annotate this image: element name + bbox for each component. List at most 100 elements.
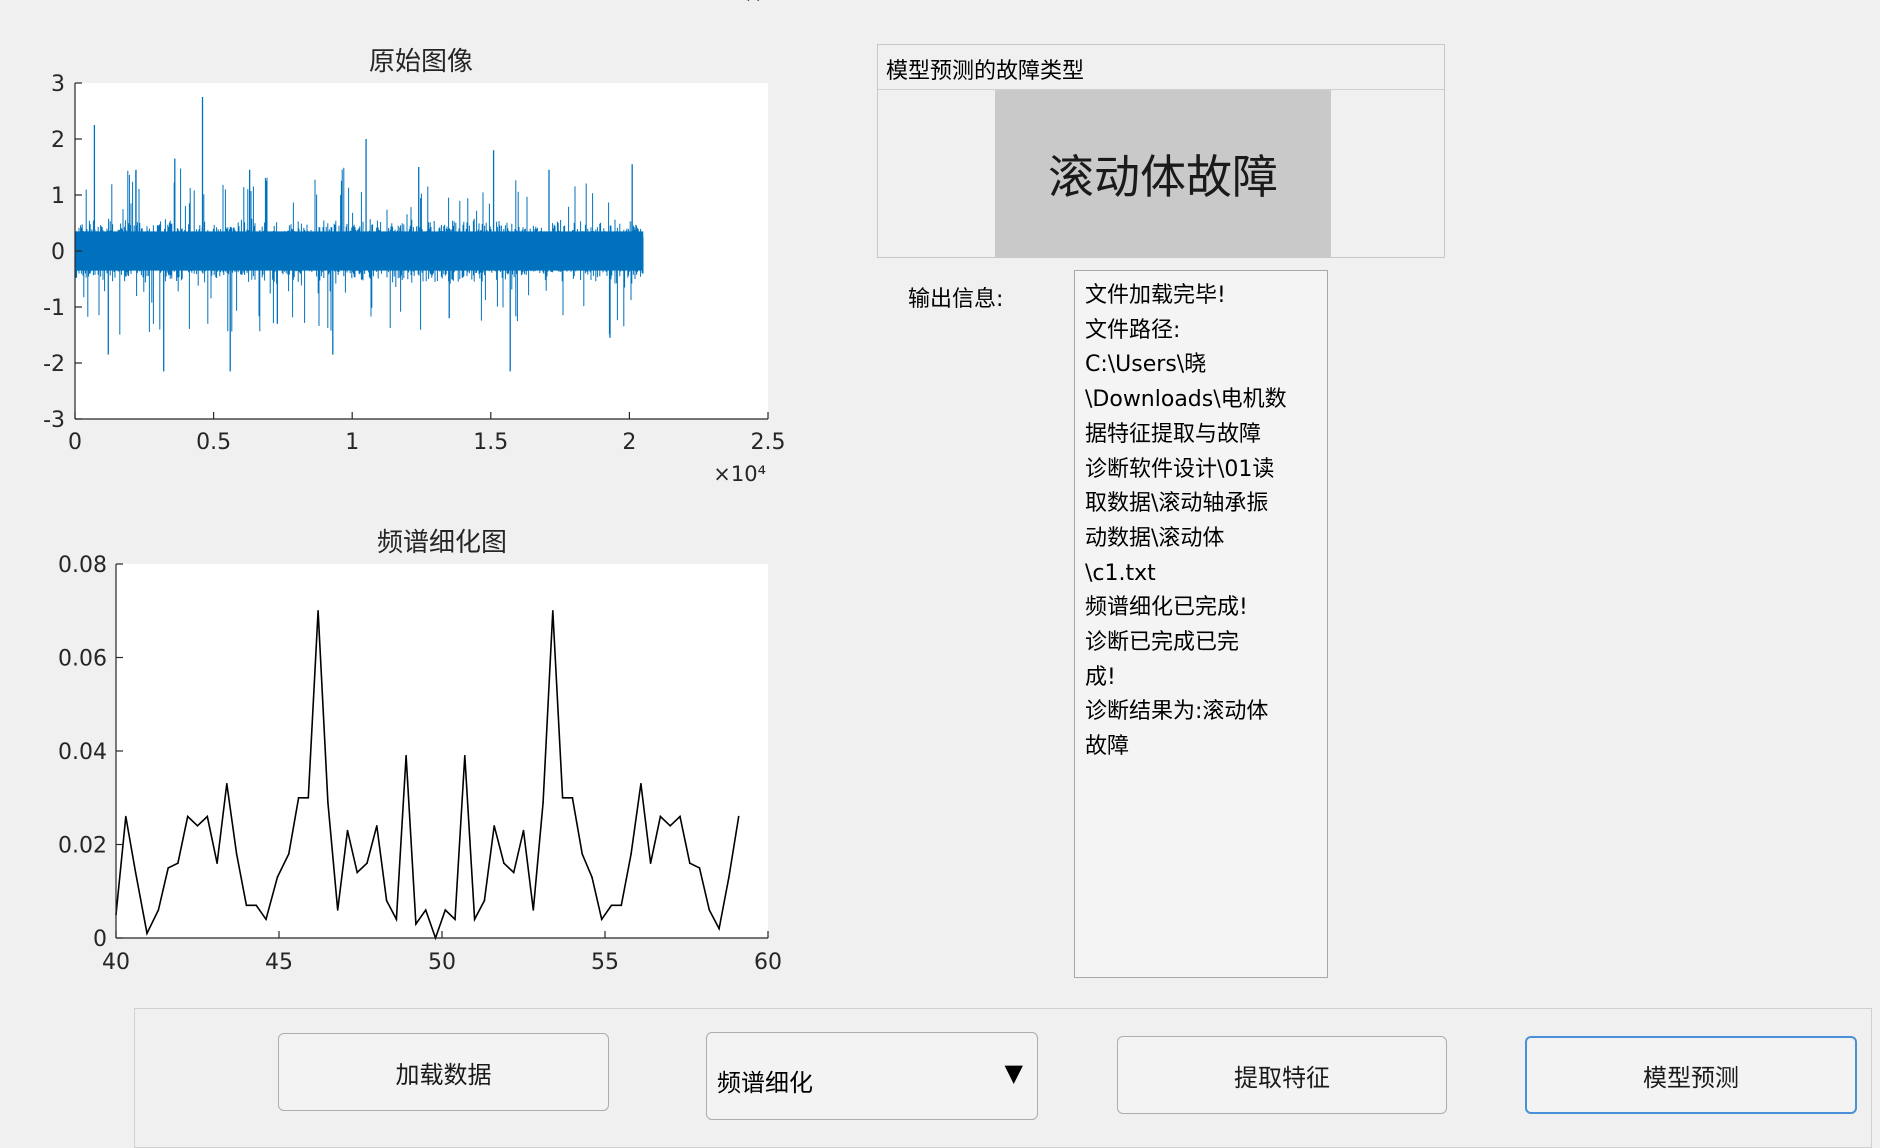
spectrum-point: [415, 923, 417, 925]
method-dropdown[interactable]: 频谱细化 ▼: [706, 1032, 1038, 1120]
spectrum-point: [454, 918, 456, 921]
spectrum-point: [483, 899, 486, 902]
spectrum-point: [186, 815, 189, 818]
spectrum-x-tick-label: 55: [591, 950, 619, 975]
spectrum-point: [125, 815, 127, 818]
spectrum-point: [405, 754, 407, 757]
prediction-panel-title: 模型预测的故障类型: [886, 59, 1085, 84]
spectrum-point: [620, 904, 623, 907]
spectrum-point: [307, 797, 310, 799]
spectrum-point: [276, 876, 279, 878]
output-line: 故障: [1085, 734, 1130, 760]
spectrum-point: [630, 853, 632, 855]
spectrum-point: [757, 0, 759, 1]
spectrum-point: [146, 932, 148, 935]
output-line: 文件路径:: [1085, 317, 1181, 343]
spectrum-point: [395, 918, 398, 921]
raw-y-tick-label: -3: [43, 408, 65, 433]
spectrum-y-tick-label: 0.08: [58, 553, 107, 578]
spectrum-point: [196, 825, 199, 827]
spectrum-point: [376, 825, 378, 827]
spectrum-point: [679, 815, 681, 818]
spectrum-point: [464, 754, 466, 757]
raw-chart-title: 原始图像: [369, 47, 473, 77]
extract-features-button[interactable]: 提取特征: [1117, 1036, 1447, 1114]
spectrum-x-tick-label: 45: [265, 950, 293, 975]
spectrum-y-tick-label: 0.04: [58, 740, 107, 765]
spectrum-point: [216, 862, 218, 864]
output-line: 成!: [1085, 664, 1116, 690]
spectrum-plot-area: [116, 564, 768, 938]
output-line: 动数据\滚动体: [1085, 525, 1225, 551]
output-line: 据特征提取与故障: [1085, 421, 1262, 447]
prediction-result-panel: 模型预测的故障类型 滚动体故障: [877, 44, 1445, 258]
spectrum-point: [336, 909, 339, 911]
spectrum-point: [366, 862, 368, 864]
prediction-result-value: 滚动体故障: [995, 90, 1331, 258]
spectrum-y-tick-label: 0.02: [58, 834, 107, 859]
spectrum-point: [649, 862, 652, 864]
model-predict-button[interactable]: 模型预测: [1525, 1036, 1857, 1114]
output-info-label: 输出信息:: [908, 287, 1004, 312]
spectrum-x-tick-label: 50: [428, 950, 456, 975]
raw-x-multiplier: ×10⁴: [713, 462, 766, 486]
spectrum-point: [473, 918, 476, 921]
output-info-textarea[interactable]: 文件加载完毕! 文件路径: C:\Users\晓 \Downloads\电机数 据特征提…: [1074, 270, 1328, 978]
spectrum-chart-title: 频谱细化图: [377, 528, 507, 558]
raw-x-tick-label: 1.5: [473, 430, 508, 455]
spectrum-point: [206, 815, 209, 818]
raw-x-tick-label: 0: [68, 430, 82, 455]
spectrum-point: [591, 876, 593, 878]
spectrum-point: [728, 876, 730, 878]
spectrum-y-tick-label: 0: [93, 927, 107, 952]
spectrum-point: [581, 853, 583, 855]
raw-signal-core: [75, 231, 644, 271]
spectrum-point: [444, 909, 447, 911]
spectrum-point: [265, 918, 267, 921]
spectrum-point: [134, 871, 137, 874]
spectrum-y-tick-label: 0.06: [58, 647, 107, 672]
raw-y-tick-label: 0: [51, 240, 65, 265]
spectrum-point: [552, 610, 554, 612]
spectrum-point: [157, 909, 160, 911]
raw-x-tick-label: 0.5: [196, 430, 231, 455]
spectrum-point: [235, 853, 238, 855]
spectrum-point: [346, 829, 349, 832]
output-line: \Downloads\电机数: [1085, 387, 1287, 413]
spectrum-point: [542, 801, 544, 804]
spectrum-point: [503, 862, 505, 864]
output-line: 诊断结果为:滚动体: [1085, 699, 1269, 725]
load-data-button[interactable]: 加载数据: [278, 1033, 609, 1111]
spectrum-point: [356, 871, 359, 874]
raw-x-tick-label: 1: [345, 430, 359, 455]
raw-y-tick-label: -2: [43, 352, 65, 377]
spectrum-point: [493, 825, 496, 827]
output-line: 诊断已完成已完: [1085, 630, 1240, 656]
output-line: 诊断软件设计\01读: [1085, 456, 1275, 482]
spectrum-point: [327, 801, 329, 804]
chevron-down-icon: ▼: [1004, 1059, 1023, 1087]
output-line: C:\Users\晓: [1085, 352, 1207, 378]
spectrum-point: [245, 904, 248, 907]
spectrum-point: [708, 909, 711, 911]
raw-signal-chart: 原始图像 -3 -2 -1 0 1 2 3 0 0.5 1 1.5 2 2.5 ×10⁴: [43, 47, 785, 486]
spectrum-x-tick-label: 40: [102, 950, 130, 975]
raw-y-tick-label: 3: [51, 72, 65, 97]
output-line: \c1.txt: [1085, 560, 1156, 586]
spectrum-point: [737, 815, 740, 818]
raw-y-tick-label: 2: [51, 128, 65, 153]
spectrum-x-tick-label: 60: [754, 950, 782, 975]
spectrum-point: [600, 918, 603, 921]
output-line: 文件加载完毕!: [1085, 283, 1226, 308]
spectrum-point: [512, 871, 515, 874]
raw-y-tick-label: 1: [51, 184, 65, 209]
spectrum-point: [747, 0, 750, 1]
spectrum-point: [226, 782, 228, 785]
spectrum-point: [659, 815, 662, 818]
spectrum-point: [424, 909, 427, 911]
raw-x-tick-label: 2.5: [751, 430, 786, 455]
spectrum-point: [640, 782, 642, 785]
spectrum-point: [317, 610, 319, 612]
spectrum-point: [255, 904, 257, 907]
spectrum-point: [571, 797, 574, 799]
